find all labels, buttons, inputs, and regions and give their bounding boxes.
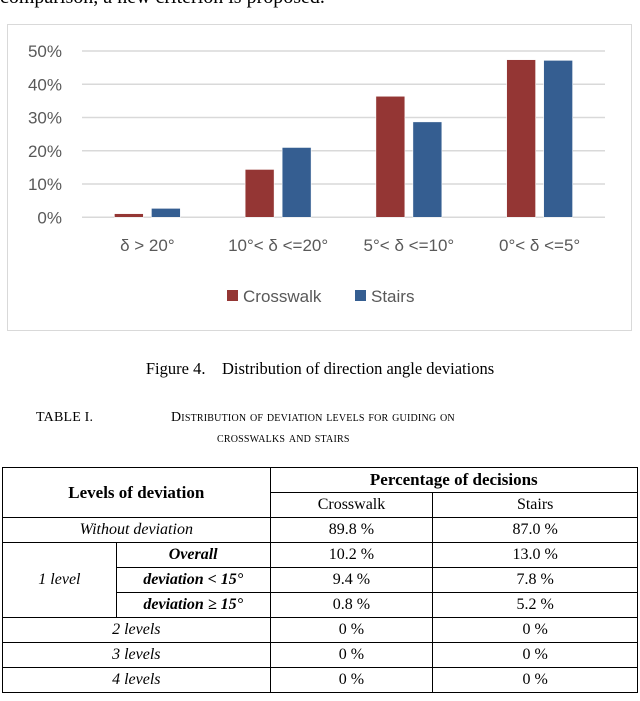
figure-caption: Figure 4. Distribution of direction angl… [145, 359, 495, 378]
row-label: deviation ≥ 15° [115, 592, 271, 618]
legend-swatch-crosswalk [227, 290, 238, 301]
deviation-table: Levels of deviation Percentage of decisi… [2, 467, 639, 693]
y-tick-label: 10% [28, 175, 62, 194]
row-label: 4 levels [2, 667, 271, 693]
crosswalk-value: 0 % [269, 667, 434, 693]
header-crosswalk: Crosswalk [269, 492, 434, 518]
stairs-value: 0 % [432, 667, 638, 693]
crosswalk-value: 0 % [269, 642, 434, 668]
table-row: Without deviation 89.8 % 87.0 % [2, 517, 638, 543]
stairs-value: 0 % [432, 642, 638, 668]
category-label: 5°< δ <=10° [364, 236, 455, 255]
category-label: 10°< δ <=20° [228, 236, 328, 255]
table-label: TABLE I. [36, 410, 94, 425]
crosswalk-value: 0 % [269, 617, 434, 643]
crosswalk-value: 10.2 % [269, 542, 434, 568]
category-labels: δ > 20° 10°< δ <=20° 5°< δ <=10° 0°< δ <=5° [120, 236, 580, 255]
row-group-label: 1 level [2, 542, 117, 618]
y-tick-label: 50% [28, 42, 62, 61]
bar-chart: 0% 10% 20% 30% 40% 50% δ > 20° 10°< δ <=20° 5°<… [28, 42, 605, 306]
legend-label-stairs: Stairs [371, 287, 414, 306]
table-header-row: Levels of deviation Percentage of decisi… [2, 467, 639, 518]
bar-stairs-3 [543, 60, 573, 218]
y-tick-label: 30% [28, 109, 62, 128]
y-tick-label: 0% [37, 208, 62, 227]
row-label: Without deviation [2, 517, 271, 543]
legend: Crosswalk Stairs [227, 287, 414, 306]
table-row: 4 levels 0 % 0 % [2, 667, 638, 693]
bar-crosswalk-0 [114, 213, 144, 218]
header-levels: Levels of deviation [2, 467, 271, 518]
bar-crosswalk-1 [244, 169, 275, 218]
category-label: 0°< δ <=5° [499, 236, 580, 255]
table-title-line1: Distribution of deviation levels for gui… [171, 410, 455, 425]
stairs-value: 0 % [432, 617, 638, 643]
bar-crosswalk-2 [375, 95, 406, 218]
crosswalk-value: 9.4 % [269, 567, 434, 593]
y-tick-label: 40% [28, 75, 62, 94]
row-label: Overall [115, 542, 271, 568]
table-row: 1 level Overall 10.2 % 13.0 % [2, 542, 638, 618]
bar-stairs-1 [281, 147, 312, 218]
category-label: δ > 20° [120, 236, 175, 255]
crosswalk-value: 0.8 % [269, 592, 434, 618]
stairs-value: 87.0 % [432, 517, 638, 543]
table-row: 3 levels 0 % 0 % [2, 642, 638, 668]
legend-label-crosswalk: Crosswalk [243, 287, 322, 306]
row-label: 2 levels [2, 617, 271, 643]
bar-stairs-2 [412, 121, 443, 218]
bar-stairs-0 [151, 208, 181, 218]
bars [114, 59, 573, 218]
legend-swatch-stairs [355, 290, 366, 301]
y-tick-label: 20% [28, 142, 62, 161]
row-label: 3 levels [2, 642, 271, 668]
bar-crosswalk-3 [506, 59, 536, 218]
header-percentage: Percentage of decisions [269, 467, 639, 493]
header-stairs: Stairs [432, 492, 638, 518]
crosswalk-value: 89.8 % [269, 517, 434, 543]
table-title-line2: crosswalks and stairs [217, 431, 350, 446]
table-row: 2 levels 0 % 0 % [2, 617, 638, 643]
stairs-value: 5.2 % [432, 592, 638, 618]
y-tick-labels: 0% 10% 20% 30% 40% 50% [28, 42, 62, 227]
stairs-value: 13.0 % [432, 542, 638, 568]
stairs-value: 7.8 % [432, 567, 638, 593]
row-label: deviation < 15° [115, 567, 271, 593]
